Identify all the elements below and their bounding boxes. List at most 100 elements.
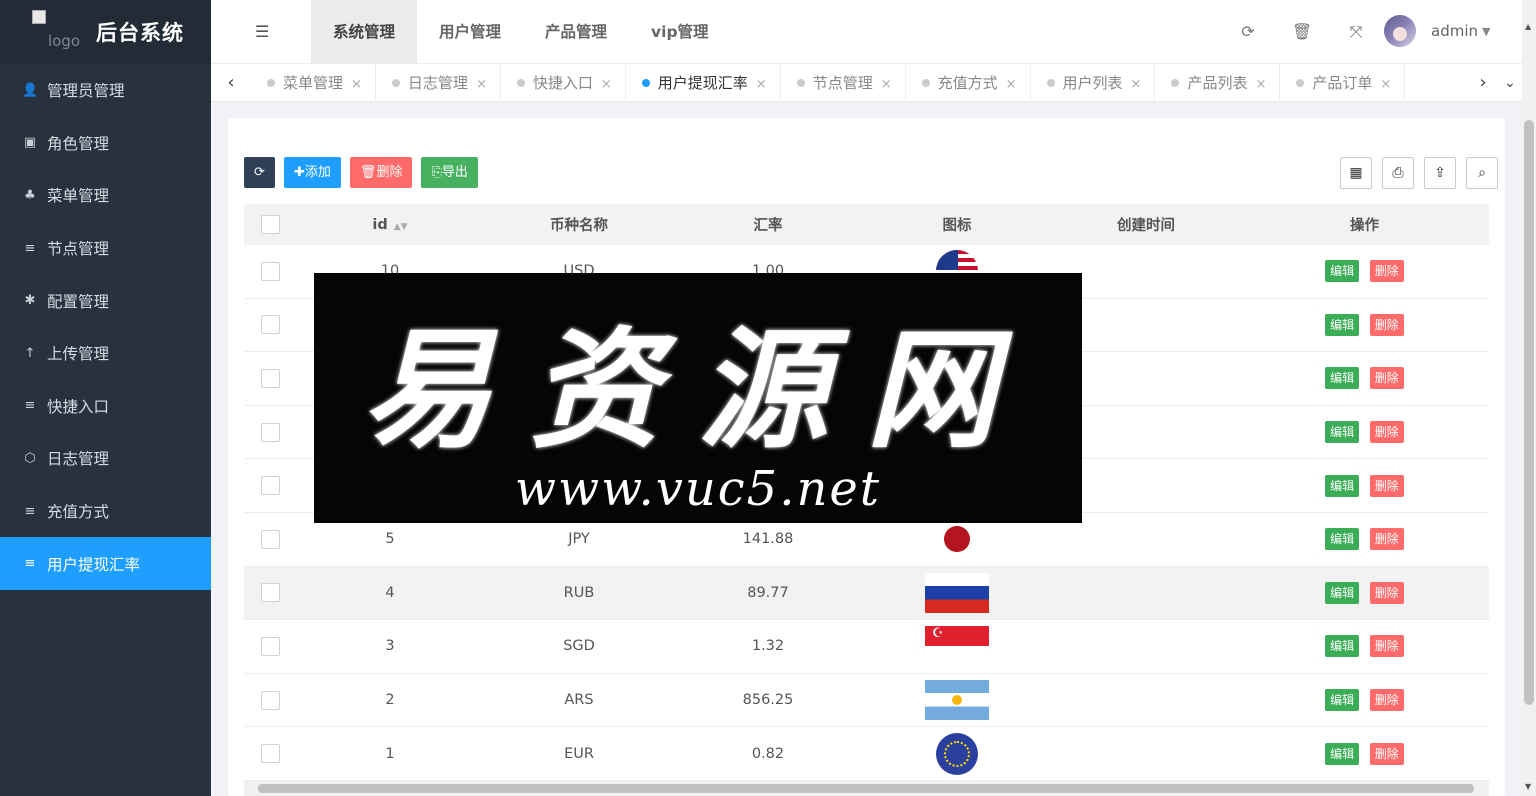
select-all-checkbox[interactable]	[260, 215, 280, 234]
row-checkbox[interactable]	[260, 315, 280, 335]
export-file-icon[interactable]: ⇪	[1424, 157, 1456, 189]
columns-icon[interactable]: ▦	[1340, 157, 1372, 189]
chevron-right-icon[interactable]: ›	[1463, 64, 1503, 102]
fullscreen-icon[interactable]: ⤧	[1329, 22, 1383, 42]
row-checkbox[interactable]	[260, 583, 280, 603]
sidebar-item[interactable]: 👤 管理员管理	[0, 64, 211, 117]
top-tab[interactable]: 系统管理	[311, 0, 418, 64]
page-tab[interactable]: 快捷入口 ×	[501, 64, 626, 102]
scroll-up-icon[interactable]: ▲	[1525, 22, 1531, 31]
scroll-down-icon[interactable]: ▼	[1525, 782, 1531, 791]
edit-button[interactable]: 编辑	[1325, 260, 1360, 283]
edit-button[interactable]: 编辑	[1325, 742, 1360, 765]
table-row[interactable]: 1 EUR 0.82 编辑 删除	[244, 727, 1489, 781]
row-checkbox[interactable]	[260, 636, 280, 656]
menu-toggle-icon[interactable]: ☰	[255, 22, 275, 42]
close-icon[interactable]: ×	[1006, 77, 1017, 92]
row-delete-button[interactable]: 删除	[1369, 528, 1404, 551]
edit-button[interactable]: 编辑	[1325, 367, 1360, 390]
close-icon[interactable]: ×	[1131, 77, 1142, 92]
delete-button[interactable]: 🗑删除	[349, 157, 413, 188]
edit-button[interactable]: 编辑	[1325, 474, 1360, 497]
edit-button[interactable]: 编辑	[1325, 581, 1360, 604]
table-header: id ▲▼ 币种名称 汇率 图标 创建时间 操作	[244, 204, 1489, 245]
sidebar-item[interactable]: ♣ 菜单管理	[0, 169, 211, 222]
tab-dot-icon	[391, 79, 400, 87]
page-tab[interactable]: 用户列表 ×	[1031, 64, 1156, 102]
close-icon[interactable]: ×	[756, 77, 767, 92]
row-delete-button[interactable]: 删除	[1369, 313, 1404, 336]
table-row[interactable]: 4 RUB 89.77 编辑 删除	[244, 566, 1489, 621]
row-checkbox[interactable]	[260, 690, 280, 710]
chevron-down-icon[interactable]: ⌄	[1498, 64, 1522, 102]
print-icon[interactable]: ⎙	[1382, 157, 1414, 189]
row-checkbox[interactable]	[260, 261, 280, 281]
edit-button[interactable]: 编辑	[1325, 313, 1360, 336]
cell-actions: 编辑 删除	[1240, 474, 1489, 497]
horizontal-scrollbar[interactable]	[244, 781, 1489, 796]
close-icon[interactable]: ×	[351, 77, 362, 92]
page-tab[interactable]: 用户提现汇率 ×	[626, 64, 781, 102]
sidebar-item[interactable]: ≡ 用户提现汇率	[0, 537, 211, 590]
trash-icon[interactable]: 🗑	[1275, 22, 1329, 42]
row-delete-button[interactable]: 删除	[1369, 260, 1404, 283]
table-tools: ▦ ⎙ ⇪ ⌕	[1330, 157, 1498, 189]
page-tab[interactable]: 菜单管理 ×	[251, 64, 376, 102]
edit-button[interactable]: 编辑	[1325, 635, 1360, 658]
scroll-thumb[interactable]	[1524, 120, 1534, 705]
add-button[interactable]: ✚添加	[284, 157, 341, 188]
table-row[interactable]: 2 ARS 856.25 编辑 删除	[244, 674, 1489, 728]
sidebar-item[interactable]: ≡ 充值方式	[0, 485, 211, 538]
close-icon[interactable]: ×	[1255, 77, 1266, 92]
page-tab[interactable]: 充值方式 ×	[906, 64, 1031, 102]
cell-currency: ARS	[564, 692, 594, 709]
table-row[interactable]: 3 SGD 1.32 ☪ 编辑 删除	[244, 620, 1489, 674]
cell-currency: SGD	[563, 638, 595, 655]
hscroll-thumb[interactable]	[258, 784, 1474, 793]
row-checkbox[interactable]	[260, 744, 280, 764]
top-tab[interactable]: 用户管理	[417, 0, 523, 64]
edit-button[interactable]: 编辑	[1325, 689, 1360, 712]
sidebar-item[interactable]: ≡ 快捷入口	[0, 380, 211, 433]
search-icon[interactable]: ⌕	[1466, 157, 1498, 189]
row-delete-button[interactable]: 删除	[1369, 635, 1404, 658]
top-tab[interactable]: vip管理	[629, 0, 731, 64]
page-tab[interactable]: 产品列表 ×	[1155, 64, 1281, 102]
row-delete-button[interactable]: 删除	[1369, 367, 1404, 390]
page-tab[interactable]: 节点管理 ×	[781, 64, 906, 102]
edit-button[interactable]: 编辑	[1325, 421, 1360, 444]
close-icon[interactable]: ×	[601, 77, 612, 92]
close-icon[interactable]: ×	[881, 77, 892, 92]
close-icon[interactable]: ×	[1380, 77, 1391, 92]
sidebar-item[interactable]: ↑ 上传管理	[0, 327, 211, 380]
sidebar-item[interactable]: ▣ 角色管理	[0, 117, 211, 170]
row-checkbox[interactable]	[260, 529, 280, 549]
sidebar-item[interactable]: ⬡ 日志管理	[0, 432, 211, 485]
user-menu[interactable]: admin ▼	[1384, 15, 1490, 47]
row-delete-button[interactable]: 删除	[1369, 421, 1404, 444]
reload-button[interactable]: ⟳	[244, 157, 275, 188]
row-delete-button[interactable]: 删除	[1369, 689, 1404, 712]
close-icon[interactable]: ×	[476, 77, 487, 92]
export-button[interactable]: ⎘导出	[421, 157, 478, 188]
row-delete-button[interactable]: 删除	[1369, 742, 1404, 765]
row-checkbox[interactable]	[260, 476, 280, 496]
page-tab[interactable]: 日志管理 ×	[376, 64, 501, 102]
column-id[interactable]: id ▲▼	[296, 217, 484, 233]
row-checkbox[interactable]	[260, 422, 280, 442]
vertical-scrollbar[interactable]: ▲ ▼	[1522, 0, 1536, 796]
row-delete-button[interactable]: 删除	[1369, 474, 1404, 497]
list-icon: ≡	[24, 503, 36, 519]
sidebar-item[interactable]: ≡ 节点管理	[0, 222, 211, 275]
tab-dot-icon	[796, 79, 805, 87]
chevron-left-icon[interactable]: ‹	[211, 64, 251, 102]
cell-rate: 856.25	[742, 692, 794, 709]
sidebar-item[interactable]: ✱ 配置管理	[0, 274, 211, 327]
row-delete-button[interactable]: 删除	[1369, 581, 1404, 604]
edit-button[interactable]: 编辑	[1325, 528, 1360, 551]
page-tab[interactable]: 产品订单 ×	[1280, 64, 1406, 102]
sort-icon[interactable]: ▲▼	[394, 222, 408, 232]
row-checkbox[interactable]	[260, 368, 280, 388]
refresh-icon[interactable]: ⟳	[1221, 22, 1275, 42]
top-tab[interactable]: 产品管理	[523, 0, 629, 64]
